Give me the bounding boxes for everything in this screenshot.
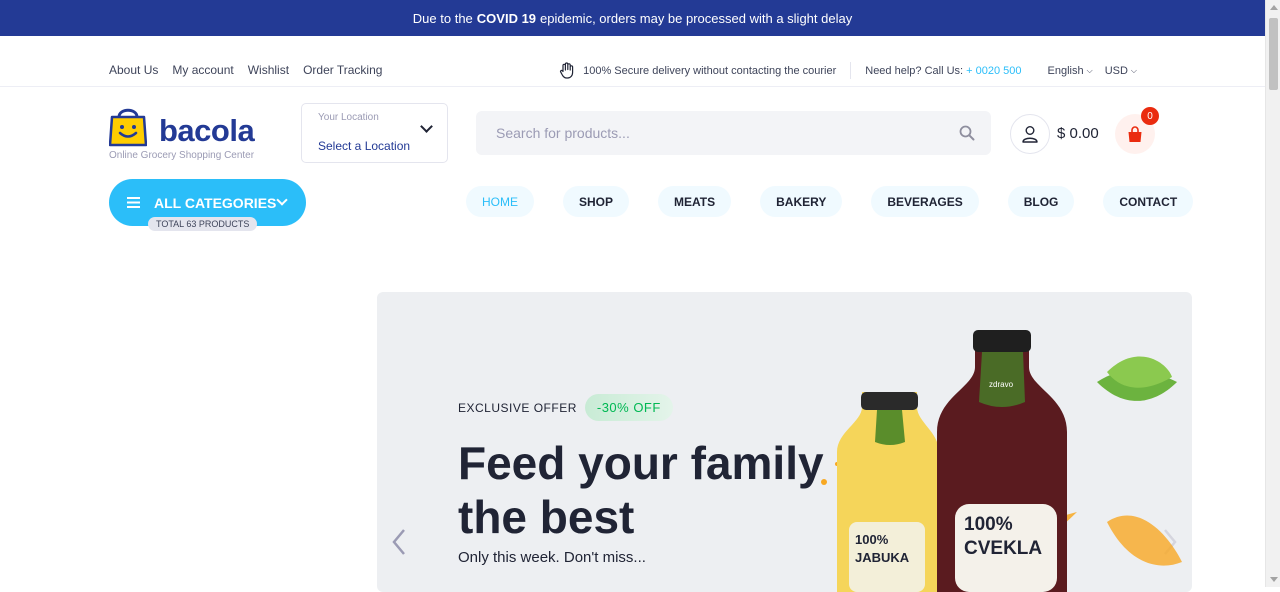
- scroll-up-arrow[interactable]: [1270, 5, 1278, 10]
- nav-home[interactable]: HOME: [466, 186, 534, 217]
- hand-icon: [560, 62, 574, 79]
- user-icon: [1022, 126, 1038, 143]
- language-value: English: [1047, 64, 1084, 77]
- svg-text:100%: 100%: [855, 532, 889, 547]
- cart-total: $ 0.00: [1057, 125, 1099, 142]
- announcement-before: Due to the: [412, 10, 473, 26]
- account-button[interactable]: [1010, 114, 1050, 154]
- cart-button[interactable]: 0: [1115, 107, 1159, 154]
- svg-text:JABUKA: JABUKA: [855, 550, 910, 565]
- nav-blog[interactable]: BLOG: [1007, 186, 1075, 217]
- svg-text:100%: 100%: [964, 514, 1013, 535]
- help-label: Need help? Call Us:: [865, 64, 964, 77]
- chevron-down-icon: ⌵: [1086, 65, 1093, 75]
- language-switcher[interactable]: English ⌵: [1048, 65, 1093, 77]
- scroll-down-arrow[interactable]: [1270, 577, 1278, 582]
- currency-value: USD: [1104, 64, 1128, 77]
- hero-eyebrow: EXCLUSIVE OFFER: [458, 400, 577, 415]
- nav-shop[interactable]: SHOP: [563, 186, 630, 217]
- hero-subtitle: Only this week. Don't miss...: [458, 549, 646, 566]
- svg-text:CVEKLA: CVEKLA: [964, 538, 1042, 559]
- chevron-down-icon: ⌵: [1130, 65, 1137, 75]
- all-categories-button[interactable]: ALL CATEGORIES TOTAL 63 PRODUCTS: [109, 179, 306, 231]
- announcement-bar: Due to the COVID 19 epidemic, orders may…: [0, 0, 1265, 36]
- discount-badge: -30% OFF: [584, 394, 673, 421]
- nav-beverages[interactable]: BEVERAGES: [871, 186, 979, 217]
- location-value: Select a Location: [318, 139, 411, 153]
- scroll-thumb[interactable]: [1269, 18, 1278, 90]
- cart-bag-icon: [1128, 125, 1142, 142]
- top-utility-bar: About Us My account Wishlist Order Track…: [0, 36, 1265, 87]
- currency-switcher[interactable]: USD ⌵: [1105, 65, 1137, 77]
- location-label: Your Location: [318, 112, 379, 123]
- location-selector[interactable]: Your Location Select a Location: [301, 103, 448, 163]
- shopping-bag-logo-icon: [109, 108, 147, 147]
- all-categories-label: ALL CATEGORIES: [154, 194, 277, 211]
- nav-contact[interactable]: CONTACT: [1103, 186, 1194, 217]
- secure-delivery-text: 100% Secure delivery without contacting …: [583, 64, 837, 77]
- top-links: About Us My account Wishlist Order Track…: [109, 63, 382, 77]
- logo-tagline: Online Grocery Shopping Center: [109, 150, 255, 161]
- top-link-about[interactable]: About Us: [109, 63, 158, 77]
- nav-bakery[interactable]: BAKERY: [760, 186, 843, 217]
- top-link-account[interactable]: My account: [172, 63, 233, 77]
- secure-delivery: 100% Secure delivery without contacting …: [559, 62, 852, 79]
- help-phone[interactable]: + 0020 500: [966, 65, 1021, 77]
- main-header: bacola Online Grocery Shopping Center Yo…: [0, 88, 1265, 183]
- hero-offer: EXCLUSIVE OFFER -30% OFF: [458, 394, 673, 421]
- search-bar: [476, 111, 991, 155]
- search-icon[interactable]: [959, 125, 975, 141]
- product-count-badge: TOTAL 63 PRODUCTS: [148, 217, 258, 231]
- hero-slider: EXCLUSIVE OFFER -30% OFF Feed your famil…: [377, 292, 1192, 592]
- page-scrollbar[interactable]: [1265, 0, 1280, 587]
- nav-meats[interactable]: MEATS: [658, 186, 732, 217]
- search-input[interactable]: [476, 111, 991, 155]
- help-contact: Need help? Call Us: + 0020 500: [865, 65, 1035, 77]
- logo-wordmark: bacola: [159, 113, 255, 148]
- slider-prev-arrow-icon[interactable]: [391, 528, 407, 556]
- top-link-order-tracking[interactable]: Order Tracking: [303, 63, 382, 77]
- chevron-down-icon: [276, 194, 288, 206]
- announcement-highlight: COVID 19: [476, 10, 537, 26]
- main-navigation: HOME SHOP MEATS BAKERY BEVERAGES BLOG CO…: [466, 186, 1194, 217]
- bottle-brand-text: zdravo: [989, 380, 1014, 389]
- top-link-wishlist[interactable]: Wishlist: [248, 63, 289, 77]
- cart-count-badge: 0: [1141, 107, 1159, 125]
- top-right-info: 100% Secure delivery without contacting …: [559, 62, 1137, 79]
- announcement-after: epidemic, orders may be processed with a…: [540, 10, 853, 26]
- menu-icon: [127, 197, 140, 208]
- juice-bottles-image: 100% JABUKA zdravo 100% CVEKLA: [821, 330, 1182, 592]
